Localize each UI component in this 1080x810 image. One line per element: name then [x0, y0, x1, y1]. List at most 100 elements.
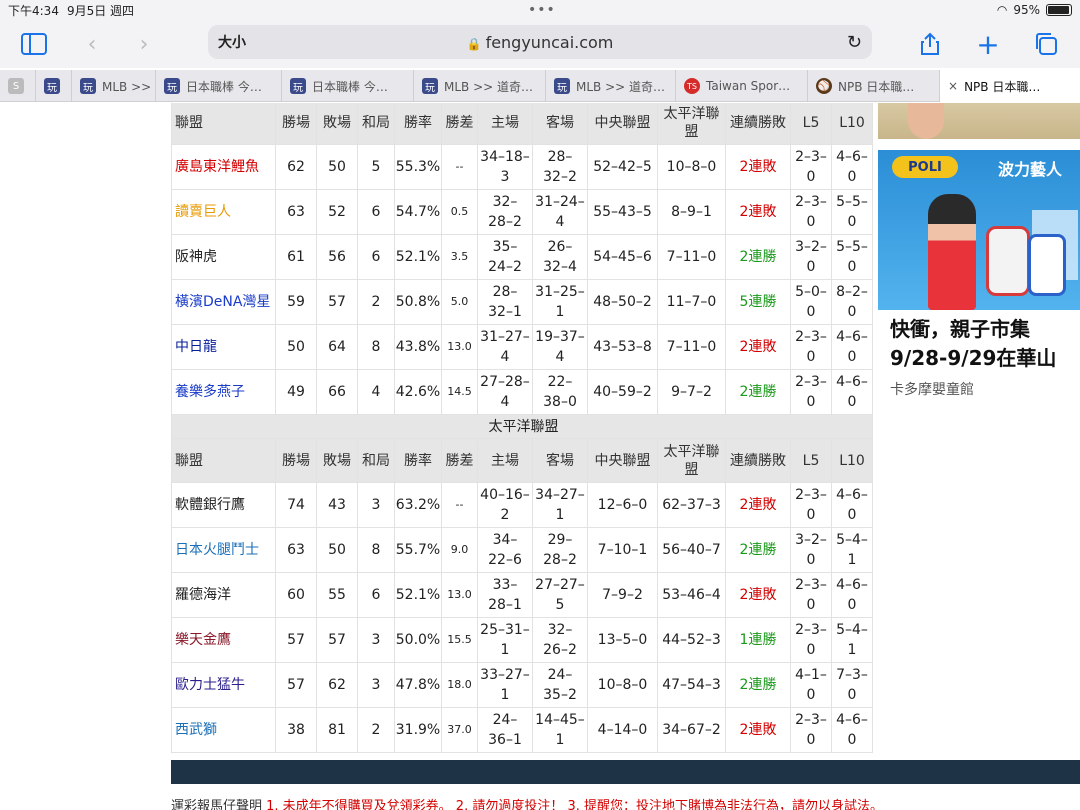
- record-line: 3: [500, 169, 510, 185]
- record-line: 1: [555, 507, 565, 523]
- stat-cell: 7–11–0: [657, 234, 726, 280]
- record-line: 2: [500, 507, 510, 523]
- back-icon[interactable]: ‹: [78, 30, 106, 58]
- record-line: 33–27–: [480, 667, 530, 683]
- reload-icon[interactable]: ↻: [847, 32, 862, 53]
- status-date: 9月5日 週四: [66, 3, 135, 18]
- stat-cell: 40–59–2: [587, 369, 658, 415]
- tab-item[interactable]: 玩日本職棒 今…: [282, 70, 414, 102]
- team-name-link[interactable]: 歐力士猛牛: [171, 662, 276, 708]
- record-cell: 2–3– 0: [790, 617, 832, 663]
- team-name-link[interactable]: 軟體銀行鷹: [171, 482, 276, 528]
- disclaimer: 運彩報馬仔聲明 1. 未成年不得購買及兌領彩券。 2. 請勿過度投注！ 3. 提…: [171, 795, 883, 810]
- tab-item[interactable]: S: [0, 70, 36, 102]
- multitask-dots-icon[interactable]: •••: [528, 2, 556, 18]
- record-line: 0: [806, 394, 816, 410]
- tab-label: MLB >> 道奇…: [576, 79, 666, 94]
- record-line: 32–: [492, 194, 518, 210]
- stat-cell: 3: [357, 482, 395, 528]
- stat-cell: 57: [316, 617, 358, 663]
- stat-cell: 5.0: [441, 279, 478, 325]
- stat-cell: 8–9–1: [657, 189, 726, 235]
- team-name-link[interactable]: 阪神虎: [171, 234, 276, 280]
- record-line: 4–1–: [795, 667, 827, 683]
- stat-cell: 56–40–7: [657, 527, 726, 573]
- table-row: 廣島東洋鯉魚 62 50 5 55.3% -- 34–18– 3 28– 32–2 52–42–5 1…: [171, 144, 873, 190]
- record-line: 2–3–: [795, 712, 827, 728]
- streak-cell: 2連勝: [725, 662, 791, 708]
- record-line: 2–3–: [795, 577, 827, 593]
- team-name-link[interactable]: 西武獅: [171, 707, 276, 753]
- stat-cell: 57: [275, 617, 317, 663]
- record-cell: 31–25– 1: [532, 279, 588, 325]
- tab-favicon: ⚾: [816, 78, 832, 94]
- record-line: 0: [806, 687, 816, 703]
- tab-item[interactable]: TS Taiwan Spor…: [676, 70, 808, 102]
- record-line: 28–1: [488, 597, 522, 613]
- team-name-link[interactable]: 養樂多燕子: [171, 369, 276, 415]
- stat-cell: 50.8%: [394, 279, 442, 325]
- team-name-link[interactable]: 中日龍: [171, 324, 276, 370]
- stat-cell: 13.0: [441, 572, 478, 618]
- tab-item[interactable]: ⚾ NPB 日本職…: [808, 70, 940, 102]
- column-header: 連續勝敗: [725, 438, 791, 483]
- record-line: 0: [847, 507, 857, 523]
- record-line: 1: [500, 642, 510, 658]
- record-line: 4–6–: [836, 329, 868, 345]
- sidebar-toggle-icon[interactable]: [20, 30, 48, 58]
- column-header: 客場: [532, 103, 588, 145]
- table-row: 樂天金鷹 57 57 3 50.0% 15.5 25–31– 1 32– 26–2 13–5–0 44…: [171, 617, 873, 663]
- record-line: 5: [555, 597, 565, 613]
- battery-icon: [1046, 4, 1072, 16]
- tab-close-icon[interactable]: ×: [948, 79, 958, 93]
- streak-cell: 2連敗: [725, 572, 791, 618]
- streak-cell: 5連勝: [725, 279, 791, 325]
- tab-favicon: 玩: [422, 78, 438, 94]
- team-name-link[interactable]: 樂天金鷹: [171, 617, 276, 663]
- tab-item[interactable]: 玩 MLB >> 道…: [72, 70, 156, 102]
- record-line: 0: [806, 259, 816, 275]
- stat-cell: 62–37–3: [657, 482, 726, 528]
- record-line: 0: [847, 259, 857, 275]
- stat-cell: 18.0: [441, 662, 478, 708]
- tab-item[interactable]: 玩 MLB >> 道奇…: [414, 70, 546, 102]
- tab-item[interactable]: 玩日本職棒 今…: [156, 70, 282, 102]
- new-tab-icon[interactable]: +: [974, 28, 1002, 61]
- record-line: 1: [847, 642, 857, 658]
- record-line: 0: [847, 687, 857, 703]
- tab-item[interactable]: 玩 MLB >> 道奇…: [546, 70, 676, 102]
- ad-image-top[interactable]: [878, 103, 1080, 139]
- record-line: 4: [555, 214, 565, 230]
- record-line: 0: [806, 732, 816, 748]
- ad-headline[interactable]: 快衝，親子市集 9/28-9/29在華山: [890, 315, 1080, 373]
- team-name-link[interactable]: 日本火腿鬥士: [171, 527, 276, 573]
- tabs-overview-icon[interactable]: [1032, 30, 1060, 58]
- record-line: 25–31–: [480, 622, 530, 638]
- stat-cell: 48–50–2: [587, 279, 658, 325]
- stat-cell: 15.5: [441, 617, 478, 663]
- record-line: 0: [847, 349, 857, 365]
- team-name-link[interactable]: 橫濱DeNA灣星: [171, 279, 276, 325]
- forward-icon[interactable]: ›: [130, 30, 158, 58]
- status-bar: 下午4:34 9月5日 週四 ••• ◠ 95%: [0, 0, 1080, 20]
- stat-cell: 43–53–8: [587, 324, 658, 370]
- tab-item[interactable]: 玩: [36, 70, 72, 102]
- record-cell: 2–3– 0: [790, 144, 832, 190]
- team-name-link[interactable]: 讀賣巨人: [171, 189, 276, 235]
- record-line: 28–2: [543, 552, 577, 568]
- team-name-link[interactable]: 羅德海洋: [171, 572, 276, 618]
- record-cell: 27–28– 4: [477, 369, 533, 415]
- record-cell: 31–24– 4: [532, 189, 588, 235]
- team-name-link[interactable]: 廣島東洋鯉魚: [171, 144, 276, 190]
- record-line: 4–6–: [836, 149, 868, 165]
- address-bar[interactable]: 大小 🔒 fengyuncai.com ↻: [208, 25, 872, 59]
- battery-percent: 95%: [1013, 3, 1040, 17]
- stat-cell: 47–54–3: [657, 662, 726, 708]
- ad-banner[interactable]: POLI 波力藝人: [878, 150, 1080, 310]
- stat-cell: 6: [357, 234, 395, 280]
- share-icon[interactable]: [916, 30, 944, 58]
- page-content: 聯盟 勝場 敗場 和局 勝率 勝差 主場 客場 中央聯盟 太平洋聯盟 連續勝敗 L5 L10 廣島東洋鯉魚…: [0, 103, 1080, 810]
- tab-item-active[interactable]: × NPB 日本職…: [940, 70, 1080, 102]
- record-cell: 19–37– 4: [532, 324, 588, 370]
- stat-cell: 50: [275, 324, 317, 370]
